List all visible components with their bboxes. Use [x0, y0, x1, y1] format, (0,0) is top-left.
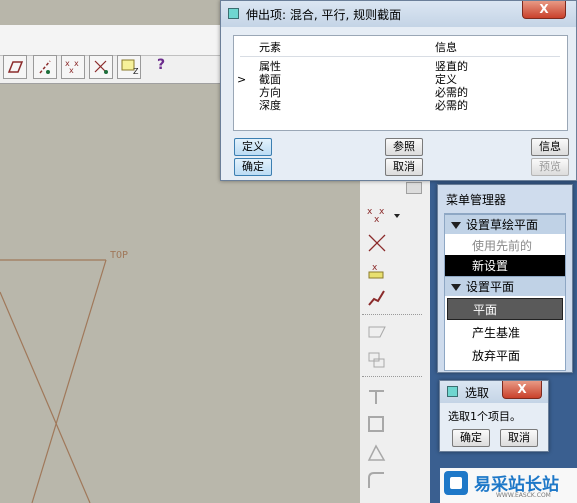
dialog-close-button[interactable]: X — [522, 1, 566, 19]
ok-button[interactable]: 确定 — [234, 158, 272, 176]
watermark-sub: WWW.EASCK.COM — [496, 492, 551, 499]
menu-header-sketch-plane[interactable]: 设置草绘平面 — [445, 214, 565, 234]
select-dialog: 选取 X 选取1个项目。 确定 取消 — [439, 380, 549, 452]
toolbar-separator — [362, 376, 422, 377]
svg-text:Z: Z — [133, 67, 139, 76]
current-row-marker: > — [237, 73, 247, 86]
table-row[interactable]: > 截面 定义 — [234, 74, 567, 87]
shell-icon[interactable] — [366, 414, 390, 436]
select-title: 选取 — [465, 386, 490, 400]
toolbar-separator — [362, 314, 422, 315]
grid-toggle-icon[interactable] — [406, 182, 422, 194]
datum-point-icon[interactable]: xxx — [366, 204, 400, 226]
datum-csys-icon[interactable]: x — [366, 260, 390, 282]
menu-item-quit-plane[interactable]: 放弃平面 — [446, 345, 564, 367]
annotation-display-icon[interactable]: Z — [117, 55, 141, 79]
collapse-triangle-icon — [451, 284, 461, 291]
draft-icon[interactable] — [366, 442, 390, 464]
table-row[interactable]: 属性 竖直的 — [234, 61, 567, 74]
datum-axis-icon[interactable] — [366, 232, 390, 254]
preview-button[interactable]: 预览 — [531, 158, 569, 176]
plane-display-icon[interactable] — [3, 55, 27, 79]
cancel-button[interactable]: 取消 — [385, 158, 423, 176]
svg-text:x: x — [74, 59, 79, 68]
menu-header-set-plane[interactable]: 设置平面 — [445, 276, 565, 296]
info-button[interactable]: 信息 — [531, 138, 569, 156]
dialog-titlebar: 伸出项: 混合, 平行, 规则截面 X — [221, 1, 576, 27]
window-icon — [447, 386, 458, 397]
select-message: 选取1个项目。 — [448, 410, 521, 423]
header-divider — [240, 56, 560, 57]
window-icon — [228, 8, 239, 19]
menu-manager-window: 菜单管理器 设置草绘平面 使用先前的 新设置 设置平面 平面 产生基准 放弃平面 — [437, 184, 573, 373]
select-cancel-button[interactable]: 取消 — [500, 429, 538, 447]
point-display-icon[interactable]: xxx — [61, 55, 85, 79]
menu-item-use-previous[interactable]: 使用先前的 — [446, 235, 564, 257]
menu-item-make-datum[interactable]: 产生基准 — [446, 322, 564, 344]
axis-display-icon[interactable] — [33, 55, 57, 79]
column-header-info: 信息 — [435, 41, 457, 54]
datum-curve-icon[interactable] — [366, 286, 390, 308]
select-ok-button[interactable]: 确定 — [452, 429, 490, 447]
plane-label: TOP — [110, 250, 129, 261]
datum-toolbar: xxx x — [360, 180, 430, 503]
csys-display-icon[interactable] — [89, 55, 113, 79]
round-icon[interactable] — [366, 470, 390, 492]
menu-manager-title: 菜单管理器 — [446, 193, 507, 207]
toolbar-strip — [0, 25, 222, 56]
rib-icon[interactable] — [366, 386, 390, 408]
dialog-title: 伸出项: 混合, 平行, 规则截面 — [246, 8, 402, 22]
element-list: 元素 信息 属性 竖直的 > 截面 定义 方向 必需的 深度 必需的 — [233, 35, 568, 131]
sketch-tool-icon[interactable] — [366, 350, 390, 372]
view-toolbar: xxx Z ? — [0, 25, 222, 84]
svg-text:x: x — [367, 207, 373, 217]
watermark: 易采站长站 WWW.EASCK.COM — [440, 468, 577, 503]
sketch-plane-icon[interactable] — [366, 322, 390, 344]
reference-button[interactable]: 参照 — [385, 138, 423, 156]
svg-text:x: x — [379, 207, 385, 217]
menu-item-plane[interactable]: 平面 — [447, 298, 563, 320]
define-button[interactable]: 定义 — [234, 138, 272, 156]
column-header-element: 元素 — [259, 41, 281, 54]
feature-dialog: 伸出项: 混合, 平行, 规则截面 X 元素 信息 属性 竖直的 > 截面 定义… — [220, 0, 577, 181]
context-help-icon[interactable]: ? — [157, 57, 165, 73]
menu-item-new-setting[interactable]: 新设置 — [445, 255, 565, 277]
collapse-triangle-icon — [451, 222, 461, 229]
select-close-button[interactable]: X — [502, 381, 542, 399]
table-row[interactable]: 深度 必需的 — [234, 100, 567, 113]
table-row[interactable]: 方向 必需的 — [234, 87, 567, 100]
select-titlebar: 选取 X — [440, 381, 548, 403]
watermark-logo-icon — [444, 471, 468, 495]
svg-text:x: x — [69, 66, 74, 75]
